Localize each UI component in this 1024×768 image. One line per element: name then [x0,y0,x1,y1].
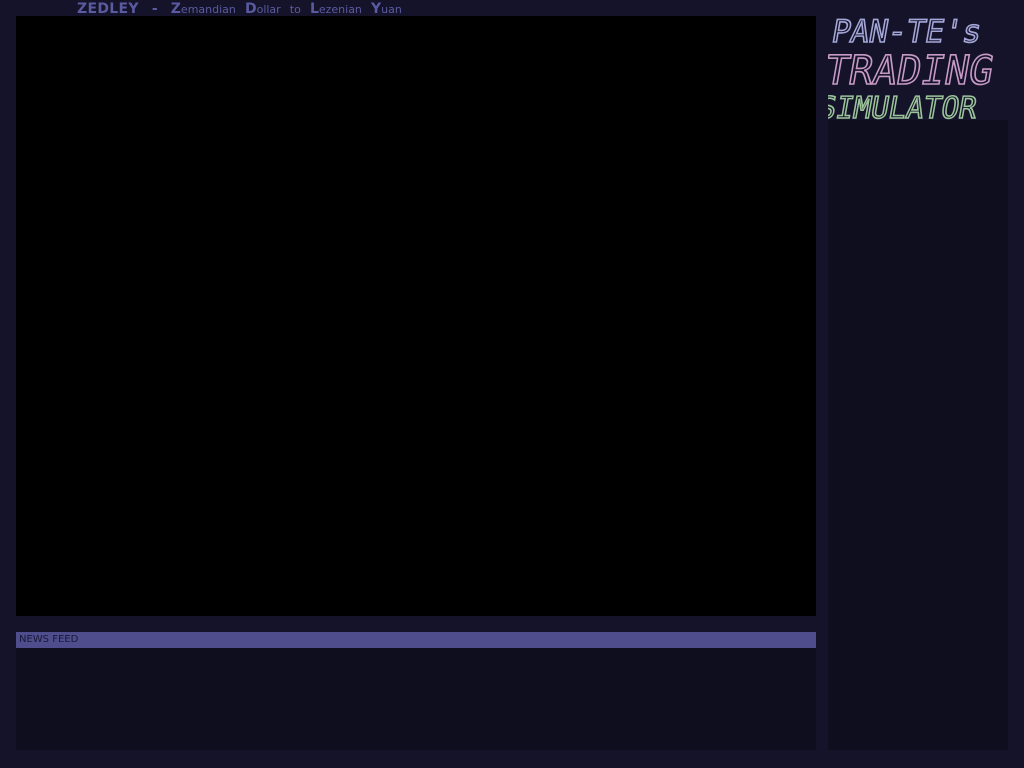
logo-line-2: TRADING [828,47,997,94]
logo-line-3: SIMULATOR [828,91,980,122]
price-chart-area[interactable] [16,16,816,616]
title-separator: - [151,1,158,17]
game-logo: PAN-TE's TRADING SIMULATOR [828,10,1008,122]
pair-word: Dollar [244,1,281,17]
game-screen: ZEDLEY - Zemandian Dollar to Lezenian Yu… [0,0,1024,768]
currency-pair-title: ZEDLEY - Zemandian Dollar to Lezenian Yu… [77,0,406,17]
news-feed-header: NEWS FEED [16,632,816,648]
pair-word: Zemandian [170,1,236,17]
side-panel [828,120,1008,750]
ticker-symbol: ZEDLEY [77,1,139,17]
news-feed-list[interactable] [16,648,816,750]
news-feed-title: NEWS FEED [19,634,79,645]
logo-line-1: PAN-TE's [829,14,985,50]
pair-word: Lezenian [309,1,362,17]
pair-word: to [289,3,301,16]
pair-word: Yuan [371,1,402,17]
